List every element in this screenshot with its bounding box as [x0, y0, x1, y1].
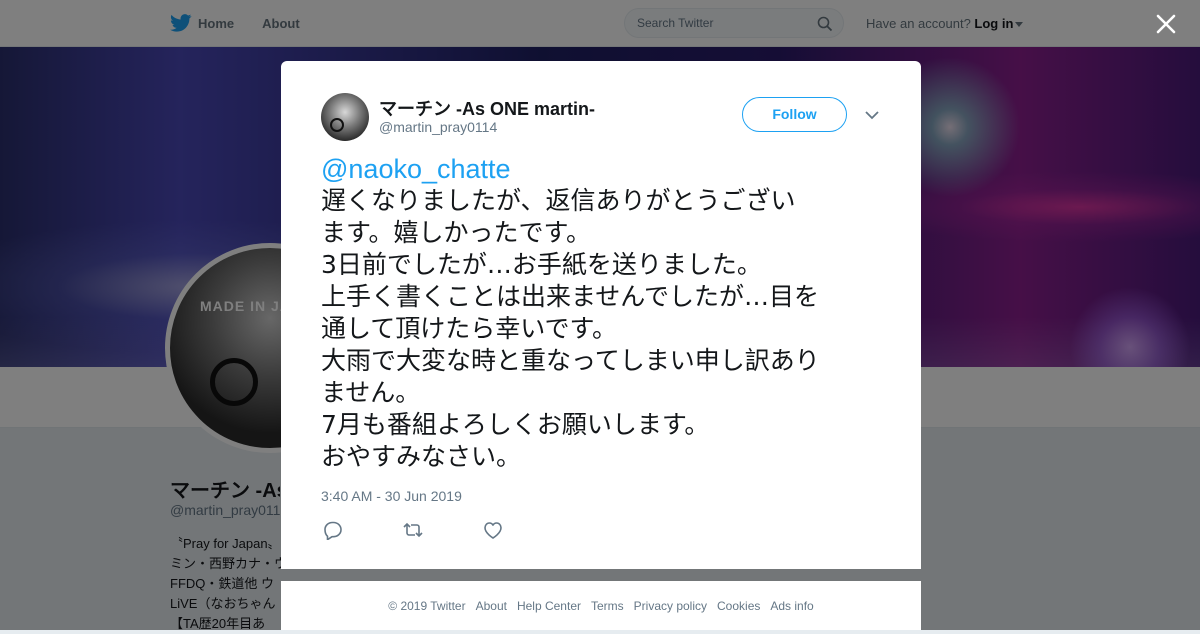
tweet-line: ます。嬉しかったです。: [321, 218, 592, 247]
footer-link-terms[interactable]: Terms: [591, 599, 624, 613]
tweet-line: 7月も番組よろしくお願いします。: [321, 410, 710, 439]
footer-link-ads-info[interactable]: Ads info: [770, 599, 813, 613]
tweet-line: 通して頂けたら幸いです。: [321, 314, 618, 343]
tweet-line: 3日前でしたが…お手紙を送りました。: [321, 250, 762, 279]
footer-link-privacy[interactable]: Privacy policy: [634, 599, 707, 613]
retweet-icon[interactable]: [401, 520, 425, 540]
tweet-text: @naoko_chatte 遅くなりましたが、返信ありがとうござい ます。嬉しか…: [321, 153, 891, 473]
tweet-timestamp[interactable]: 3:40 AM - 30 Jun 2019: [321, 488, 462, 504]
tweet-line: 上手く書くことは出来ませんでしたが…目を: [321, 282, 820, 311]
footer-link-cookies[interactable]: Cookies: [717, 599, 760, 613]
like-icon[interactable]: [481, 520, 505, 540]
reply-icon[interactable]: [321, 520, 345, 540]
bicycle-wheel-shape: [330, 118, 344, 132]
tweet-line: 大雨で大変な時と重なってしまい申し訳あり: [321, 346, 820, 375]
tweet-author-name[interactable]: マーチン -As ONE martin-: [379, 95, 595, 121]
tweet-line: 遅くなりましたが、返信ありがとうござい: [321, 186, 796, 215]
tweet-modal: マーチン -As ONE martin- @martin_pray0114 Fo…: [281, 61, 921, 569]
footer-link-help-center[interactable]: Help Center: [517, 599, 581, 613]
tweet-line: おやすみなさい。: [321, 442, 522, 471]
close-icon[interactable]: [1154, 12, 1178, 36]
footer-link-about[interactable]: About: [476, 599, 507, 613]
modal-footer: © 2019 Twitter About Help Center Terms P…: [281, 581, 921, 630]
tweet-mention-link[interactable]: @naoko_chatte: [321, 153, 891, 185]
footer-copyright: © 2019 Twitter: [388, 598, 466, 613]
tweet-line: ません。: [321, 378, 421, 407]
tweet-author-avatar[interactable]: [321, 93, 369, 141]
chevron-down-icon[interactable]: [865, 109, 879, 121]
follow-button[interactable]: Follow: [742, 97, 847, 132]
tweet-author-handle[interactable]: @martin_pray0114: [379, 119, 497, 135]
